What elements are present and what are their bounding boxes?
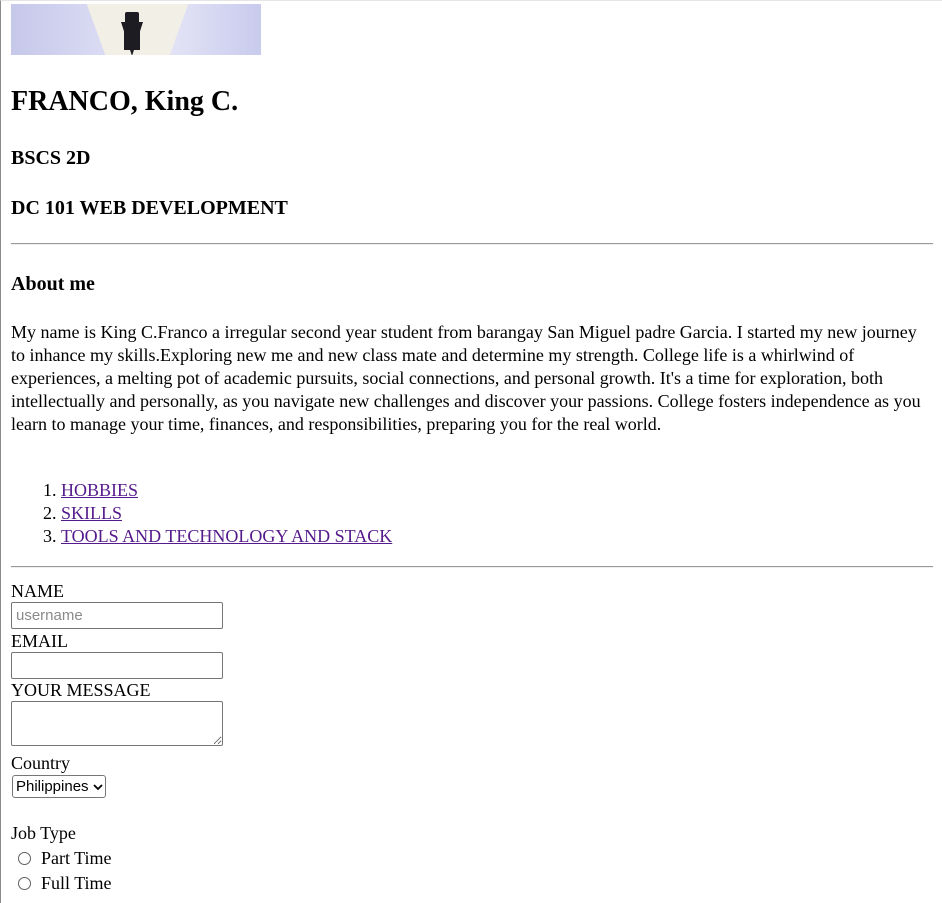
name-label: NAME <box>11 581 64 601</box>
chevron-down-icon <box>92 781 103 793</box>
page-links-list: HOBBIES SKILLS TOOLS AND TECHNOLOGY AND … <box>11 479 392 548</box>
job-type-label: Job Type <box>11 823 76 843</box>
subject-title: DC 101 WEB DEVELOPMENT <box>11 197 288 219</box>
course-section: BSCS 2D <box>11 147 91 169</box>
list-item: HOBBIES <box>61 479 392 502</box>
list-item: SKILLS <box>61 502 392 525</box>
link-tools[interactable]: TOOLS AND TECHNOLOGY AND STACK <box>61 526 392 546</box>
email-label: EMAIL <box>11 631 68 651</box>
profile-photo <box>11 4 261 55</box>
about-paragraph: My name is King C.Franco a irregular sec… <box>11 322 921 434</box>
name-input[interactable] <box>11 602 223 629</box>
country-select[interactable]: Philippines <box>12 775 106 798</box>
message-textarea[interactable] <box>11 701 223 746</box>
job-type-part-time[interactable]: Part Time <box>17 847 112 869</box>
country-selected-value: Philippines <box>16 778 89 795</box>
email-input[interactable] <box>11 652 223 679</box>
message-label: YOUR MESSAGE <box>11 680 151 700</box>
radio-full-time[interactable] <box>18 876 31 890</box>
radio-part-time[interactable] <box>18 851 31 865</box>
divider-bottom <box>11 566 933 568</box>
country-label: Country <box>11 753 71 773</box>
about-heading: About me <box>11 273 95 295</box>
divider-top <box>11 243 933 245</box>
photo-tie-tip <box>121 22 143 55</box>
list-item: TOOLS AND TECHNOLOGY AND STACK <box>61 525 392 548</box>
part-time-label: Part Time <box>41 848 112 868</box>
link-skills[interactable]: SKILLS <box>61 503 122 523</box>
full-time-label: Full Time <box>41 873 112 893</box>
link-hobbies[interactable]: HOBBIES <box>61 480 138 500</box>
photo-tie-knot <box>125 12 139 24</box>
student-name: FRANCO, King C. <box>11 86 239 117</box>
job-type-full-time[interactable]: Full Time <box>17 872 112 894</box>
